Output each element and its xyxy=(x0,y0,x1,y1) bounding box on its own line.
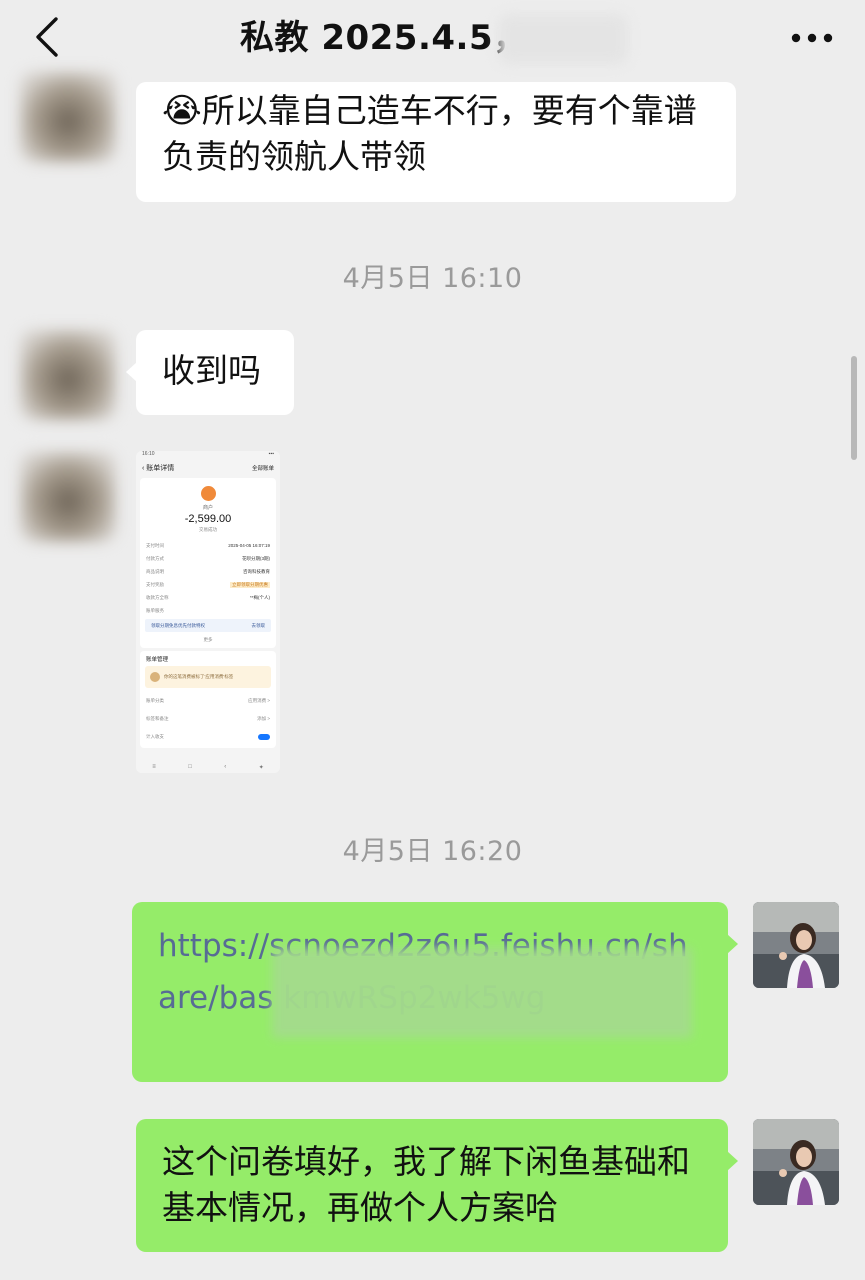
status-time: 16:10 xyxy=(142,451,155,457)
message-text: 所以靠自己造车不行，要有个靠谱负责的领航人带领 xyxy=(162,91,697,176)
manage-row: 账单分类 应用消费 > xyxy=(146,698,270,703)
bill-row: 商品说明 咨询科技教育 xyxy=(146,568,270,574)
bill-nav: ‹ 账单详情 全部账单 xyxy=(136,461,280,475)
my-avatar[interactable] xyxy=(753,1119,839,1205)
chevron-left-icon xyxy=(36,17,58,57)
menu-icon: ≡ xyxy=(152,764,156,770)
chat-header: 私教 2025.4.5， xyxy=(0,0,865,80)
merchant-logo-icon xyxy=(200,486,216,501)
home-icon: □ xyxy=(188,764,192,770)
bill-amount: -2,599.00 xyxy=(184,513,232,525)
sender-avatar[interactable] xyxy=(20,330,116,420)
tip-banner: 你的这笔消费被标了'应用消费'标签 xyxy=(145,666,271,688)
sender-avatar[interactable] xyxy=(20,452,116,542)
message-bubble[interactable]: https://scnoezd2z6u5.feishu.cn/share/bas… xyxy=(132,902,738,1082)
back-nav-icon: ‹ xyxy=(224,764,227,770)
image-message[interactable]: 16:10 ▪▪▪ ‹ 账单详情 全部账单 商户 -2,599.00 交易成功 支… xyxy=(136,451,280,773)
bubble-tail xyxy=(727,934,738,954)
accessibility-icon: ✦ xyxy=(258,764,264,771)
promo-row: 领取分期免息优先付款特权 去领取 xyxy=(145,619,271,632)
status-bar: 16:10 ▪▪▪ xyxy=(136,451,280,461)
message-bubble[interactable]: 收到吗 xyxy=(126,330,294,415)
chat-title: 私教 2025.4.5， xyxy=(240,18,528,58)
bill-row: 账单服务 xyxy=(146,607,164,613)
message-text: 收到吗 xyxy=(162,351,261,390)
message-text: 这个问卷填好，我了解下闲鱼基础和基本情况，再做个人方案哈 xyxy=(162,1142,690,1227)
message-bubble[interactable]: 这个问卷填好，我了解下闲鱼基础和基本情况，再做个人方案哈 xyxy=(136,1119,738,1252)
more-link: 更多 xyxy=(203,637,213,642)
tip-icon xyxy=(150,672,160,682)
manage-row: 标签和备注 添加 > xyxy=(146,716,270,721)
sender-avatar[interactable] xyxy=(20,72,116,162)
bill-manage-card: 账单管理 你的这笔消费被标了'应用消费'标签 账单分类 应用消费 > 标签和备注添… xyxy=(140,651,276,748)
bill-status: 交易成功 xyxy=(199,527,217,532)
bill-card: 商户 -2,599.00 交易成功 支付时间 2025-04-05 16:07:1… xyxy=(140,478,276,648)
redacted-area xyxy=(272,948,692,1038)
all-bills-link: 全部账单 xyxy=(251,466,274,472)
system-nav-bar: ≡ □ ‹ ✦ xyxy=(136,761,280,773)
toggle-icon xyxy=(258,734,270,740)
bill-title: 账单详情 xyxy=(146,465,175,472)
section-title: 账单管理 xyxy=(146,657,169,663)
my-avatar[interactable] xyxy=(753,902,839,988)
manage-row: 计入收支 xyxy=(140,728,276,746)
avatar-photo xyxy=(753,902,839,988)
redacted-name xyxy=(498,14,628,64)
scrollbar[interactable] xyxy=(851,356,857,460)
bubble-tail xyxy=(727,1151,738,1171)
bill-row: 支付时间 2025-04-05 16:07:19 xyxy=(146,542,270,549)
bill-row: 支付奖励 立即领取分期优惠 xyxy=(146,581,270,588)
message-bubble[interactable]: 😭所以靠自己造车不行，要有个靠谱负责的领航人带领 xyxy=(136,82,736,202)
timestamp: 4月5日 16:20 xyxy=(342,836,523,867)
bill-row: 收款方全称 **梅(个人) xyxy=(146,594,270,600)
back-button[interactable] xyxy=(22,12,72,62)
crying-emoji-icon: 😭 xyxy=(162,91,202,131)
merchant-name: 商户 xyxy=(202,505,213,511)
more-dots-icon xyxy=(791,33,833,43)
bill-row: 付款方式 花呗分期(3期) xyxy=(146,555,270,561)
more-button[interactable] xyxy=(787,18,837,58)
bubble-tail xyxy=(126,362,137,382)
avatar-photo xyxy=(753,1119,839,1205)
timestamp: 4月5日 16:10 xyxy=(342,263,523,294)
